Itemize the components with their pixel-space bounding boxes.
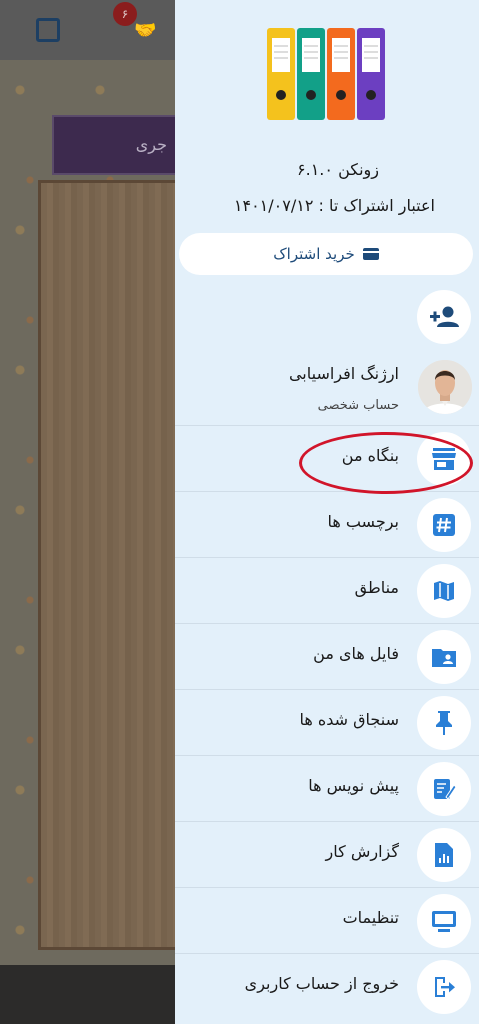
menu-icon-circle [417,828,471,882]
logout-icon [435,977,455,997]
hashtag-icon [433,514,455,536]
report-icon [435,843,453,867]
buy-subscription-button[interactable]: خرید اشتراک [179,233,473,275]
menu-item-label: خروج از حساب کاربری [244,974,399,993]
menu-item-my-agency[interactable]: بنگاه من [175,425,479,491]
user-name: ارژنگ افراسیابی [288,364,399,383]
menu-item-label: مناطق [354,578,399,597]
menu-item-label: سنجاق شده ها [299,710,399,729]
buy-subscription-label: خرید اشتراک [273,245,355,263]
subscription-validity: اعتبار اشتراک تا : ۱۴۰۱/۰۷/۱۲ [233,196,435,215]
background-board [38,180,175,950]
add-user-icon [430,306,459,327]
menu-item-label: گزارش کار [325,842,399,861]
map-icon [434,581,454,601]
background-bottom-bar [0,965,175,1024]
background-banner: جری [52,115,175,175]
add-user-button[interactable] [417,290,471,344]
app-logo [265,26,389,122]
navigation-drawer: زونکن ۶.۱.۰ اعتبار اشتراک تا : ۱۴۰۱/۰۷/۱… [175,0,479,1024]
menu-item-pinned[interactable]: سنجاق شده ها [175,689,479,755]
menu-icon-circle [417,960,471,1014]
menu-item-tags[interactable]: برچسب ها [175,491,479,557]
monitor-icon [432,911,456,932]
banner-text: جری [135,135,167,154]
menu-icon-circle [417,564,471,618]
menu-icon-circle [417,696,471,750]
menu-item-label: پیش نویس ها [308,776,399,795]
menu-icon-circle [417,894,471,948]
menu-icon-circle [417,432,471,486]
menu-item-label: تنظیمات [342,908,399,927]
avatar [418,360,472,414]
menu-item-regions[interactable]: مناطق [175,557,479,623]
drawer-menu: بنگاه من برچسب ها مناطق فایل های من سنجا… [175,425,479,1019]
folder-user-icon [432,649,456,667]
draft-icon [434,779,456,800]
menu-item-drafts[interactable]: پیش نویس ها [175,755,479,821]
pin-icon [436,711,452,735]
menu-item-work-report[interactable]: گزارش کار [175,821,479,887]
calendar-icon [36,18,60,42]
handshake-icon: 🤝 [134,20,157,41]
store-icon [432,448,456,470]
background-app: ۶ 🤝 جری [0,0,175,1024]
credit-card-icon [362,248,379,260]
menu-item-settings[interactable]: تنظیمات [175,887,479,953]
app-version: زونکن ۶.۱.۰ [297,160,379,179]
user-profile[interactable]: ارژنگ افراسیابی حساب شخصی [175,354,479,426]
menu-icon-circle [417,630,471,684]
menu-item-label: بنگاه من [341,446,399,465]
menu-item-logout[interactable]: خروج از حساب کاربری [175,953,479,1019]
menu-icon-circle [417,762,471,816]
menu-item-label: فایل های من [313,644,399,663]
account-type: حساب شخصی [317,398,399,413]
menu-item-my-files[interactable]: فایل های من [175,623,479,689]
menu-icon-circle [417,498,471,552]
menu-item-label: برچسب ها [327,512,399,531]
